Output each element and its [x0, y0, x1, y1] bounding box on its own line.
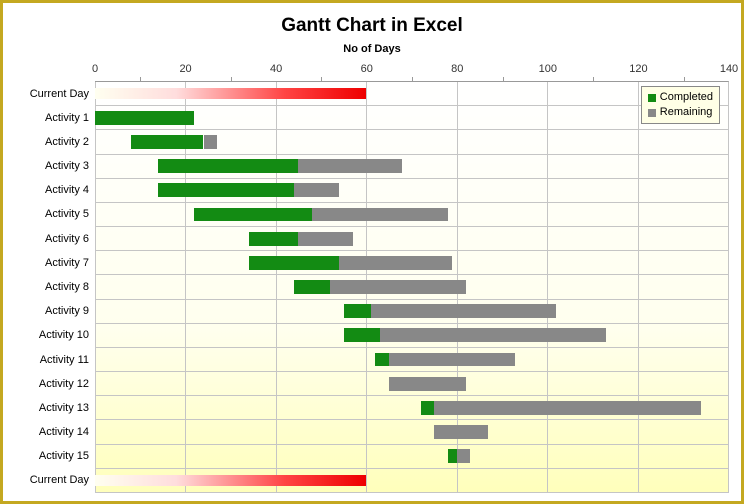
row-label: Activity 5	[15, 208, 95, 220]
row-label: Activity 14	[15, 426, 95, 438]
bar-remaining	[389, 353, 516, 367]
x-tick-label: 140	[720, 63, 738, 75]
chart-row: Activity 4	[95, 179, 728, 203]
bar-completed	[158, 159, 298, 173]
bar-completed	[131, 135, 203, 149]
x-tick-label: 40	[270, 63, 282, 75]
current-day-bar	[95, 88, 366, 100]
current-day-bar	[95, 475, 366, 487]
row-label: Activity 6	[15, 233, 95, 245]
bar-completed	[194, 208, 312, 222]
x-tick-label: 0	[92, 63, 98, 75]
bar-remaining	[294, 183, 339, 197]
row-label: Current Day	[15, 474, 95, 486]
plot-area: Completed Remaining Current DayActivity …	[95, 81, 729, 493]
chart-row: Activity 1	[95, 106, 728, 130]
bar-completed	[421, 401, 435, 415]
bar-remaining	[457, 449, 471, 463]
bar-remaining	[389, 377, 466, 391]
legend-swatch-completed	[648, 94, 656, 102]
row-label: Activity 2	[15, 136, 95, 148]
bar-completed	[158, 183, 294, 197]
chart-row: Activity 2	[95, 130, 728, 154]
chart-area: 020406080100120140 Completed Remaining C…	[15, 63, 729, 493]
bar-remaining	[434, 425, 488, 439]
row-label: Activity 10	[15, 329, 95, 341]
row-label: Activity 13	[15, 402, 95, 414]
row-label: Activity 9	[15, 305, 95, 317]
bar-completed	[344, 328, 380, 342]
gridline-vertical	[728, 82, 729, 493]
x-tick-label: 120	[629, 63, 647, 75]
bar-remaining	[380, 328, 606, 342]
legend: Completed Remaining	[641, 86, 720, 124]
x-axis: 020406080100120140	[95, 63, 729, 81]
legend-entry-completed: Completed	[648, 90, 713, 105]
bar-completed	[294, 280, 330, 294]
bar-remaining	[298, 159, 402, 173]
legend-label-remaining: Remaining	[660, 105, 713, 120]
bar-remaining	[434, 401, 701, 415]
chart-row: Activity 15	[95, 445, 728, 469]
legend-swatch-remaining	[648, 109, 656, 117]
chart-title: Gantt Chart in Excel	[3, 3, 741, 43]
legend-entry-remaining: Remaining	[648, 105, 713, 120]
x-tick-label: 100	[539, 63, 557, 75]
x-tick-label: 80	[451, 63, 463, 75]
chart-row: Activity 11	[95, 348, 728, 372]
row-label: Activity 1	[15, 112, 95, 124]
bar-remaining	[298, 232, 352, 246]
bar-completed	[249, 232, 299, 246]
chart-row: Activity 14	[95, 420, 728, 444]
chart-row: Activity 7	[95, 251, 728, 275]
row-label: Activity 4	[15, 184, 95, 196]
chart-row: Current Day	[95, 469, 728, 493]
bar-remaining	[312, 208, 448, 222]
chart-frame: Gantt Chart in Excel No of Days 0 20 40 60 8…	[0, 0, 744, 504]
bar-completed	[344, 304, 371, 318]
row-label: Activity 11	[15, 354, 95, 366]
chart-row: Activity 8	[95, 275, 728, 299]
legend-label-completed: Completed	[660, 90, 713, 105]
chart-row: Activity 5	[95, 203, 728, 227]
row-label: Activity 7	[15, 257, 95, 269]
row-label: Current Day	[15, 88, 95, 100]
row-label: Activity 12	[15, 378, 95, 390]
row-label: Activity 15	[15, 450, 95, 462]
chart-row: Activity 10	[95, 324, 728, 348]
bar-remaining	[330, 280, 466, 294]
bar-completed	[249, 256, 339, 270]
chart-row: Activity 3	[95, 155, 728, 179]
bar-remaining	[371, 304, 556, 318]
row-label: Activity 8	[15, 281, 95, 293]
x-tick-label: 20	[179, 63, 191, 75]
bar-remaining	[204, 135, 218, 149]
bar-completed	[448, 449, 457, 463]
chart-row: Activity 6	[95, 227, 728, 251]
x-tick-label: 60	[361, 63, 373, 75]
chart-row: Activity 12	[95, 372, 728, 396]
chart-row: Activity 13	[95, 396, 728, 420]
row-label: Activity 3	[15, 160, 95, 172]
bar-completed	[95, 111, 194, 125]
chart-row: Activity 9	[95, 300, 728, 324]
bar-completed	[375, 353, 389, 367]
chart-subtitle: No of Days	[3, 43, 741, 57]
bar-remaining	[339, 256, 452, 270]
chart-row: Current Day	[95, 82, 728, 106]
